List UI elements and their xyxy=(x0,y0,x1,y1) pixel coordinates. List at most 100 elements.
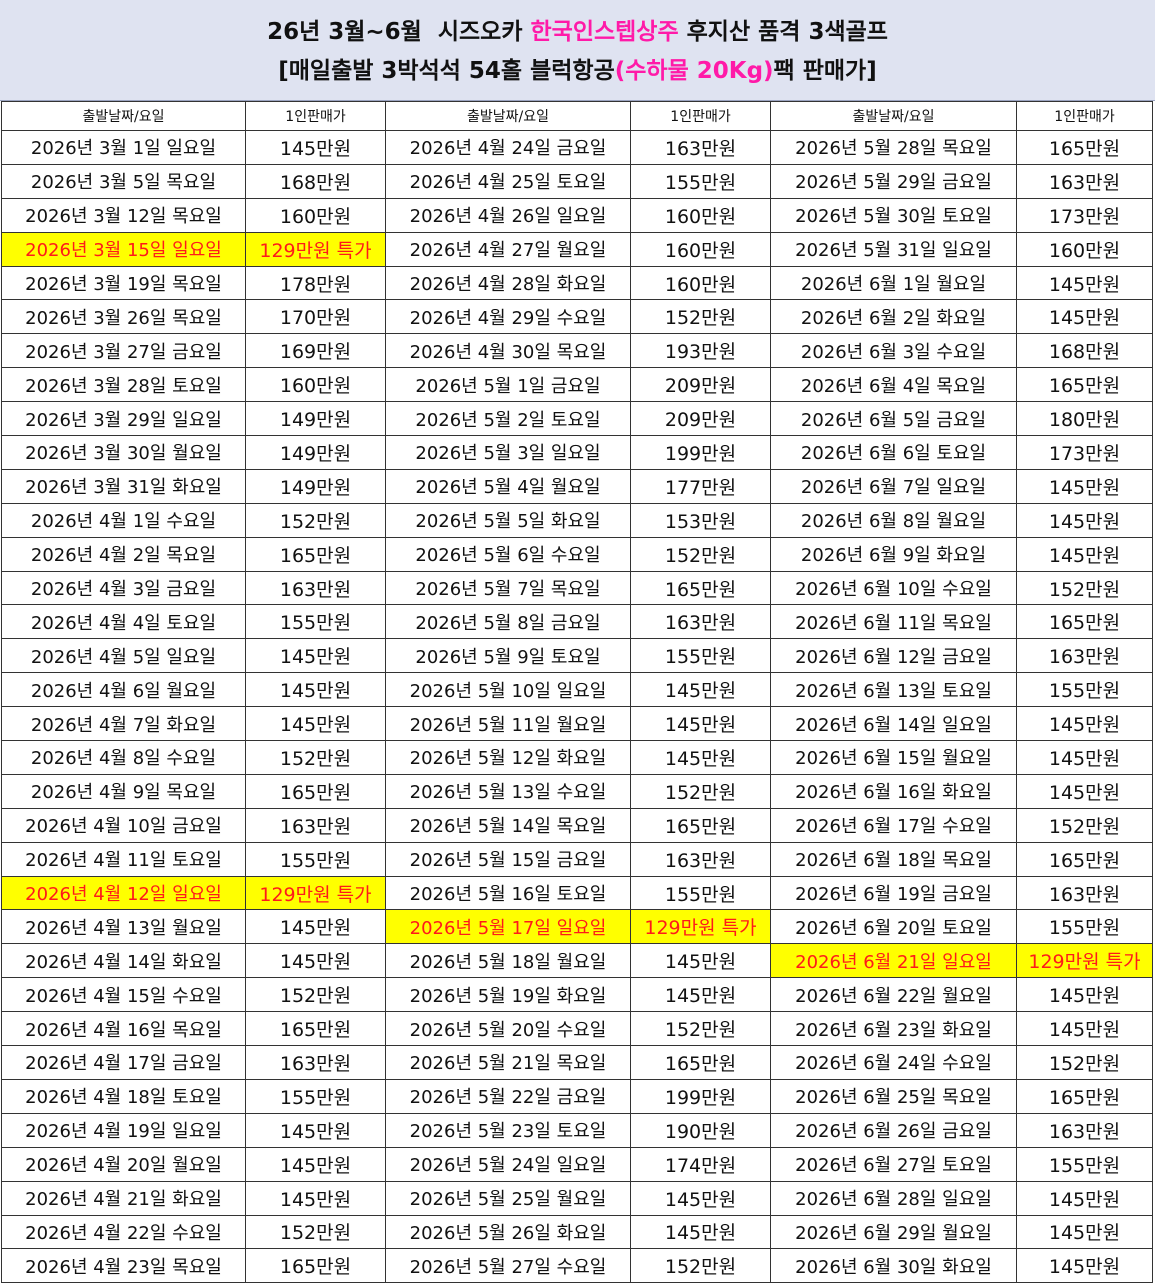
price-cell: 152만원 xyxy=(630,1011,771,1047)
price-cell: 160만원 xyxy=(245,367,386,403)
table-row: 2026년 4월 7일 화요일 145만원 2026년 5월 11일 월요일 145만… xyxy=(1,706,1153,742)
price-cell: 145만원 xyxy=(1016,1248,1153,1283)
price-cell: 149만원 xyxy=(245,435,386,470)
departure-date-cell: 2026년 3월 5일 목요일 xyxy=(1,163,246,199)
departure-date-cell: 2026년 5월 12일 화요일 xyxy=(385,740,631,775)
departure-date-cell: 2026년 4월 25일 토요일 xyxy=(385,163,631,199)
price-cell: 145만원 xyxy=(630,740,771,775)
price-cell: 165만원 xyxy=(630,1045,771,1080)
departure-date-cell: 2026년 4월 20일 월요일 xyxy=(1,1146,246,1182)
departure-date-cell: 2026년 4월 10일 금요일 xyxy=(1,807,246,843)
special-price-cell: 129만원 특가 xyxy=(630,909,771,945)
price-cell: 168만원 xyxy=(1016,333,1153,369)
price-cell: 163만원 xyxy=(1016,875,1153,911)
price-cell: 155만원 xyxy=(630,875,771,911)
table-row: 2026년 3월 26일 목요일 170만원 2026년 4월 29일 수요일 152… xyxy=(1,299,1153,335)
price-cell: 165만원 xyxy=(245,1248,386,1283)
departure-date-cell: 2026년 4월 14일 화요일 xyxy=(1,943,246,979)
price-cell: 145만원 xyxy=(245,1180,386,1216)
price-cell: 145만원 xyxy=(245,943,386,979)
price-cell: 145만원 xyxy=(630,1214,771,1250)
table-row: 2026년 3월 15일 일요일 129만원 특가 2026년 4월 27일 월요일… xyxy=(1,231,1153,267)
price-cell: 145만원 xyxy=(245,706,386,742)
table-row: 2026년 4월 23일 목요일 165만원 2026년 5월 27일 수요일 152… xyxy=(1,1248,1153,1283)
price-cell: 153만원 xyxy=(630,502,771,538)
table-row: 2026년 4월 20일 월요일 145만원 2026년 5월 24일 일요일 174… xyxy=(1,1146,1153,1182)
price-cell: 193만원 xyxy=(630,333,771,369)
departure-date-cell: 2026년 4월 8일 수요일 xyxy=(1,740,246,775)
departure-date-cell: 2026년 6월 23일 화요일 xyxy=(770,1011,1017,1047)
price-cell: 155만원 xyxy=(630,638,771,674)
table-row: 2026년 4월 17일 금요일 163만원 2026년 5월 21일 목요일 165… xyxy=(1,1045,1153,1080)
table-row: 2026년 4월 1일 수요일 152만원 2026년 5월 5일 화요일 153만원… xyxy=(1,502,1153,538)
table-row: 2026년 4월 12일 일요일 129만원 특가 2026년 5월 16일 토요일… xyxy=(1,875,1153,911)
table-row: 2026년 4월 3일 금요일 163만원 2026년 5월 7일 목요일 165만원… xyxy=(1,570,1153,606)
departure-date-cell: 2026년 5월 31일 일요일 xyxy=(770,231,1017,267)
price-cell: 145만원 xyxy=(630,943,771,979)
departure-date-cell: 2026년 6월 19일 금요일 xyxy=(770,875,1017,911)
price-table: 출발날짜/요일 1인판매가 출발날짜/요일 1인판매가 출발날짜/요일 1인판매… xyxy=(1,101,1153,1283)
departure-date-cell: 2026년 3월 27일 금요일 xyxy=(1,333,246,369)
price-cell: 160만원 xyxy=(245,197,386,233)
price-cell: 165만원 xyxy=(1016,367,1153,403)
price-cell: 155만원 xyxy=(1016,1146,1153,1182)
table-row: 2026년 3월 1일 일요일 145만원 2026년 4월 24일 금요일 163만… xyxy=(1,130,1153,165)
departure-date-cell: 2026년 4월 11일 토요일 xyxy=(1,841,246,877)
price-cell: 165만원 xyxy=(245,773,386,809)
departure-date-cell: 2026년 6월 26일 금요일 xyxy=(770,1112,1017,1148)
departure-date-cell: 2026년 6월 9일 화요일 xyxy=(770,536,1017,572)
departure-date-cell: 2026년 5월 24일 일요일 xyxy=(385,1146,631,1182)
price-cell: 145만원 xyxy=(630,977,771,1013)
title-banner: 26년 3월~6월 시즈오카 한국인스텝상주 후지산 품격 3색골프 [매일출발… xyxy=(0,0,1155,101)
departure-date-cell: 2026년 4월 21일 화요일 xyxy=(1,1180,246,1216)
price-cell: 163만원 xyxy=(630,604,771,640)
departure-date-cell: 2026년 4월 15일 수요일 xyxy=(1,977,246,1013)
departure-date-cell: 2026년 3월 31일 화요일 xyxy=(1,468,246,504)
price-cell: 145만원 xyxy=(1016,468,1153,504)
table-row: 2026년 4월 16일 목요일 165만원 2026년 5월 20일 수요일 152… xyxy=(1,1011,1153,1047)
table-row: 2026년 4월 13일 월요일 145만원 2026년 5월 17일 일요일 129… xyxy=(1,909,1153,945)
price-cell: 155만원 xyxy=(1016,909,1153,945)
departure-date-cell: 2026년 4월 6일 월요일 xyxy=(1,672,246,708)
price-cell: 145만원 xyxy=(630,672,771,708)
departure-date-cell: 2026년 5월 16일 토요일 xyxy=(385,875,631,911)
special-price-cell: 129만원 특가 xyxy=(245,231,386,267)
table-row: 2026년 4월 2일 목요일 165만원 2026년 5월 6일 수요일 152만원… xyxy=(1,536,1153,572)
departure-date-cell: 2026년 4월 19일 일요일 xyxy=(1,1112,246,1148)
departure-date-cell: 2026년 5월 9일 토요일 xyxy=(385,638,631,674)
departure-date-cell: 2026년 6월 18일 목요일 xyxy=(770,841,1017,877)
departure-date-cell: 2026년 6월 2일 화요일 xyxy=(770,299,1017,335)
departure-date-cell: 2026년 3월 19일 목요일 xyxy=(1,265,246,301)
departure-date-cell: 2026년 6월 24일 수요일 xyxy=(770,1045,1017,1080)
table-row: 2026년 3월 29일 일요일 149만원 2026년 5월 2일 토요일 209만… xyxy=(1,401,1153,437)
price-cell: 199만원 xyxy=(630,435,771,470)
departure-date-cell: 2026년 5월 28일 목요일 xyxy=(770,130,1017,165)
departure-date-cell: 2026년 3월 26일 목요일 xyxy=(1,299,246,335)
departure-date-cell: 2026년 6월 20일 토요일 xyxy=(770,909,1017,945)
departure-date-cell: 2026년 6월 30일 화요일 xyxy=(770,1248,1017,1283)
price-cell: 178만원 xyxy=(245,265,386,301)
departure-date-cell: 2026년 5월 17일 일요일 xyxy=(385,909,631,945)
table-row: 2026년 4월 4일 토요일 155만원 2026년 5월 8일 금요일 163만원… xyxy=(1,604,1153,640)
departure-date-cell: 2026년 4월 26일 일요일 xyxy=(385,197,631,233)
table-row: 2026년 4월 11일 토요일 155만원 2026년 5월 15일 금요일 163… xyxy=(1,841,1153,877)
price-cell: 152만원 xyxy=(245,1214,386,1250)
price-cell: 145만원 xyxy=(630,706,771,742)
departure-date-cell: 2026년 5월 4일 월요일 xyxy=(385,468,631,504)
departure-date-cell: 2026년 4월 30일 목요일 xyxy=(385,333,631,369)
title-line-1-part-c: 후지산 품격 3색골프 xyxy=(678,19,888,45)
departure-date-cell: 2026년 5월 30일 토요일 xyxy=(770,197,1017,233)
price-cell: 165만원 xyxy=(1016,130,1153,165)
departure-date-cell: 2026년 4월 27일 월요일 xyxy=(385,231,631,267)
departure-date-cell: 2026년 6월 25일 목요일 xyxy=(770,1078,1017,1114)
price-cell: 149만원 xyxy=(245,468,386,504)
table-row: 2026년 3월 5일 목요일 168만원 2026년 4월 25일 토요일 155만… xyxy=(1,163,1153,199)
table-row: 2026년 4월 22일 수요일 152만원 2026년 5월 26일 화요일 145… xyxy=(1,1214,1153,1250)
price-cell: 180만원 xyxy=(1016,401,1153,437)
price-cell: 145만원 xyxy=(245,1112,386,1148)
departure-date-cell: 2026년 6월 22일 월요일 xyxy=(770,977,1017,1013)
departure-date-cell: 2026년 5월 22일 금요일 xyxy=(385,1078,631,1114)
departure-date-cell: 2026년 5월 21일 목요일 xyxy=(385,1045,631,1080)
price-cell: 152만원 xyxy=(245,502,386,538)
price-cell: 169만원 xyxy=(245,333,386,369)
